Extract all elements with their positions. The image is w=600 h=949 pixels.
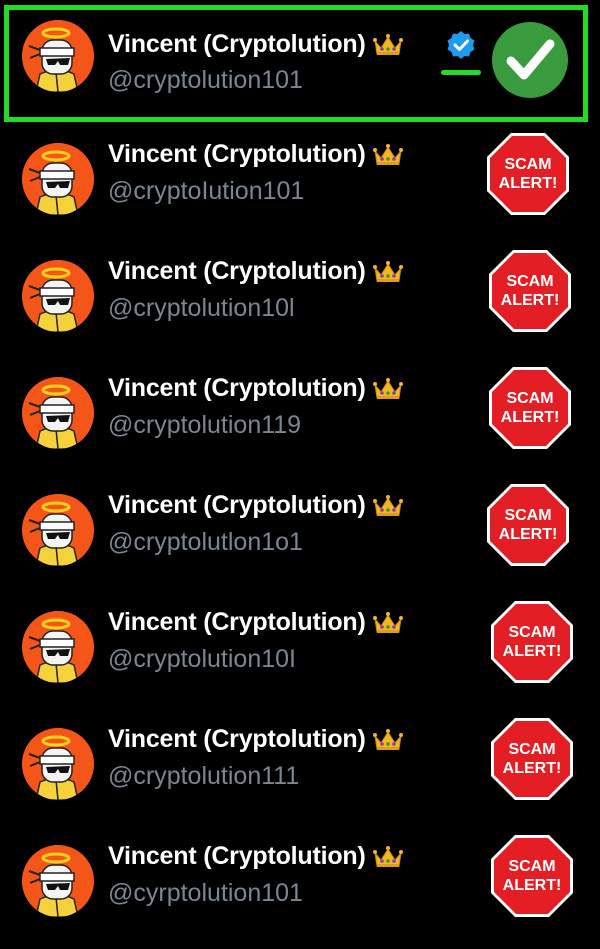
display-name-text: Vincent (Cryptolution) — [108, 491, 366, 519]
display-name-text: Vincent (Cryptolution) — [108, 608, 366, 636]
display-name: Vincent (Cryptolution) — [108, 30, 404, 59]
avatar — [22, 728, 94, 800]
scam-alert-text: ALERT! — [502, 760, 562, 777]
scam-alert-label: SCAM ALERT! — [486, 132, 570, 216]
scam-alert-text: SCAM — [508, 858, 556, 875]
account-handle: @cryptolution119 — [108, 411, 302, 439]
scam-alert-text: ALERT! — [500, 292, 560, 309]
scam-alert-label: SCAM ALERT! — [488, 249, 572, 333]
display-name: Vincent (Cryptolution) — [108, 257, 404, 286]
display-name: Vincent (Cryptolution) — [108, 140, 404, 169]
display-name-text: Vincent (Cryptolution) — [108, 374, 366, 402]
impersonator-account-row: Vincent (Cryptolution) @cryptolution119 … — [0, 364, 600, 481]
crown-icon — [372, 494, 404, 518]
scam-alert-stop-sign: SCAM ALERT! — [490, 717, 574, 801]
scam-alert-text: SCAM — [504, 507, 552, 524]
scam-alert-stop-sign: SCAM ALERT! — [490, 600, 574, 684]
scam-alert-label: SCAM ALERT! — [488, 366, 572, 450]
display-name: Vincent (Cryptolution) — [108, 608, 404, 637]
scam-alert-text: ALERT! — [502, 877, 562, 894]
verified-badge-icon — [446, 30, 476, 60]
account-handle: @cryptolution111 — [108, 762, 300, 790]
crown-icon — [372, 845, 404, 869]
account-handle: @cryptolution10I — [108, 645, 296, 673]
genuine-account-row: Vincent (Cryptolution) @cryptolution101 — [4, 5, 588, 122]
account-handle: @cryptoIution101 — [108, 177, 305, 205]
display-name: Vincent (Cryptolution) — [108, 374, 404, 403]
account-handle: @cryptolution101 — [108, 66, 303, 94]
display-name-text: Vincent (Cryptolution) — [108, 725, 366, 753]
avatar — [22, 845, 94, 917]
crown-icon — [372, 33, 404, 57]
display-name-text: Vincent (Cryptolution) — [108, 257, 366, 285]
scam-alert-label: SCAM ALERT! — [486, 483, 570, 567]
scam-alert-text: SCAM — [504, 156, 552, 173]
avatar — [22, 143, 94, 215]
display-name: Vincent (Cryptolution) — [108, 842, 404, 871]
highlight-underline — [441, 70, 481, 75]
scam-alert-text: SCAM — [506, 273, 554, 290]
scam-alert-text: SCAM — [506, 390, 554, 407]
scam-alert-label: SCAM ALERT! — [490, 834, 574, 918]
avatar — [22, 494, 94, 566]
scam-alert-stop-sign: SCAM ALERT! — [486, 483, 570, 567]
scam-alert-stop-sign: SCAM ALERT! — [488, 366, 572, 450]
scam-alert-text: SCAM — [508, 624, 556, 641]
scam-alert-label: SCAM ALERT! — [490, 600, 574, 684]
avatar — [22, 377, 94, 449]
scam-alert-stop-sign: SCAM ALERT! — [490, 834, 574, 918]
impersonator-account-row: Vincent (Cryptolution) @cryptoIution101 … — [0, 130, 600, 247]
account-handle: @cryptolutlon1o1 — [108, 528, 303, 556]
avatar — [22, 611, 94, 683]
scam-alert-text: ALERT! — [498, 175, 558, 192]
display-name-text: Vincent (Cryptolution) — [108, 842, 366, 870]
scam-alert-text: ALERT! — [500, 409, 560, 426]
impersonator-account-row: Vincent (Cryptolution) @cryptolution10I … — [0, 598, 600, 715]
check-icon — [491, 21, 569, 99]
crown-icon — [372, 377, 404, 401]
display-name: Vincent (Cryptolution) — [108, 725, 404, 754]
impersonator-account-row: Vincent (Cryptolution) @cyrptolution101 … — [0, 832, 600, 949]
crown-icon — [372, 143, 404, 167]
display-name-text: Vincent (Cryptolution) — [108, 140, 366, 168]
display-name-text: Vincent (Cryptolution) — [108, 30, 366, 58]
scam-alert-label: SCAM ALERT! — [490, 717, 574, 801]
scam-alert-stop-sign: SCAM ALERT! — [486, 132, 570, 216]
display-name: Vincent (Cryptolution) — [108, 491, 404, 520]
impersonator-account-row: Vincent (Cryptolution) @cryptolutlon1o1 … — [0, 481, 600, 598]
scam-alert-text: ALERT! — [498, 526, 558, 543]
crown-icon — [372, 260, 404, 284]
crown-icon — [372, 611, 404, 635]
account-handle: @cyrptolution101 — [108, 879, 303, 907]
avatar — [22, 20, 94, 92]
crown-icon — [372, 728, 404, 752]
account-handle: @cryptolution10l — [108, 294, 295, 322]
avatar — [22, 260, 94, 332]
impersonator-account-row: Vincent (Cryptolution) @cryptolution111 … — [0, 715, 600, 832]
scam-alert-text: SCAM — [508, 741, 556, 758]
scam-alert-stop-sign: SCAM ALERT! — [488, 249, 572, 333]
scam-alert-text: ALERT! — [502, 643, 562, 660]
impersonator-account-row: Vincent (Cryptolution) @cryptolution10l … — [0, 247, 600, 364]
